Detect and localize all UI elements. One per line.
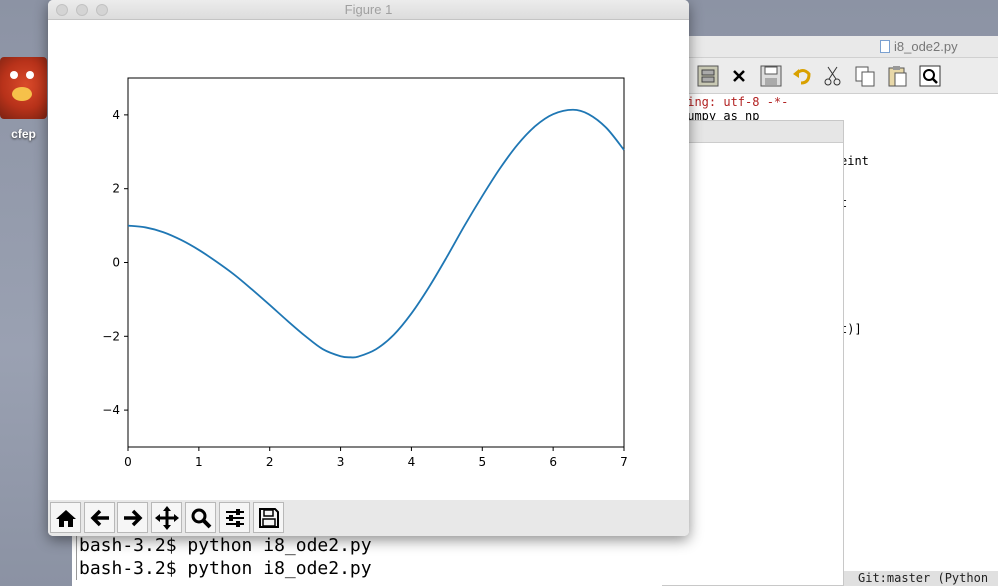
search-document-icon[interactable]: [918, 64, 942, 88]
editor-status-bar: Git:master (Python: [842, 571, 998, 586]
line-chart[interactable]: 0 1 2 3 4 5 6 7 −4 −2 0 2 4: [48, 20, 689, 500]
y-axis: −4 −2 0 2 4: [102, 108, 128, 417]
save-figure-icon[interactable]: [253, 502, 284, 533]
back-arrow-icon[interactable]: [84, 502, 115, 533]
editor-title: i8_ode2.py: [894, 39, 958, 54]
forward-arrow-icon[interactable]: [117, 502, 148, 533]
x-tick-label: 0: [124, 455, 132, 469]
configure-subplots-icon[interactable]: [219, 502, 250, 533]
editor-code[interactable]: ding: utf-8 -*- numpy as np: [680, 95, 788, 123]
desktop-icon-cfep[interactable]: cfep: [0, 57, 47, 141]
cut-icon[interactable]: [821, 64, 845, 88]
y-tick-label: 0: [112, 256, 120, 270]
right-code-line: [840, 238, 869, 252]
pig-icon: [0, 57, 47, 119]
x-tick-label: 3: [337, 455, 345, 469]
undo-icon[interactable]: [790, 64, 814, 88]
zoom-window-button[interactable]: [96, 4, 108, 16]
editor-right-code: eint t t)]: [840, 126, 869, 364]
x-tick-label: 6: [549, 455, 557, 469]
close-window-button[interactable]: [56, 4, 68, 16]
right-code-line: t)]: [840, 322, 862, 336]
paste-icon[interactable]: [885, 64, 909, 88]
terminal-line: bash-3.2$ python i8_ode2.py: [76, 557, 662, 580]
file-cabinet-icon[interactable]: [696, 64, 720, 88]
terminal[interactable]: bash-3.2$ python i8_ode2.py bash-3.2$ py…: [72, 534, 662, 586]
figure-title: Figure 1: [344, 2, 393, 17]
home-icon[interactable]: [50, 502, 81, 533]
figure-window[interactable]: Figure 1 0 1 2 3 4 5 6 7 −4 −2 0 2 4: [48, 0, 689, 536]
minimize-window-button[interactable]: [76, 4, 88, 16]
editor-toolbar: [680, 58, 998, 94]
code-line-1: ding: utf-8 -*-: [680, 95, 789, 109]
figure-titlebar[interactable]: Figure 1: [48, 0, 689, 20]
y-tick-label: −2: [102, 329, 120, 343]
editor-titlebar: i8_ode2.py: [680, 36, 998, 58]
desktop-icon-label: cfep: [11, 127, 36, 141]
y-tick-label: 4: [112, 108, 120, 122]
y-tick-label: −4: [102, 403, 120, 417]
copy-icon[interactable]: [853, 64, 877, 88]
terminal-line: bash-3.2$ python i8_ode2.py: [76, 534, 662, 557]
close-icon[interactable]: [727, 64, 751, 88]
save-icon[interactable]: [759, 64, 783, 88]
right-code-line: [840, 280, 869, 294]
x-tick-label: 4: [408, 455, 416, 469]
x-tick-label: 2: [266, 455, 274, 469]
x-tick-label: 5: [478, 455, 486, 469]
x-tick-label: 1: [195, 455, 203, 469]
y-tick-label: 2: [112, 182, 120, 196]
plot-area[interactable]: 0 1 2 3 4 5 6 7 −4 −2 0 2 4: [48, 20, 689, 500]
x-axis: 0 1 2 3 4 5 6 7: [124, 447, 628, 469]
figure-toolbar: [48, 500, 689, 536]
axes-frame: [127, 77, 625, 448]
zoom-icon[interactable]: [185, 502, 216, 533]
pan-icon[interactable]: [151, 502, 182, 533]
right-code-line: eint: [840, 154, 869, 168]
file-icon: [880, 40, 890, 53]
x-tick-label: 7: [620, 455, 628, 469]
right-code-line: t: [840, 196, 869, 210]
